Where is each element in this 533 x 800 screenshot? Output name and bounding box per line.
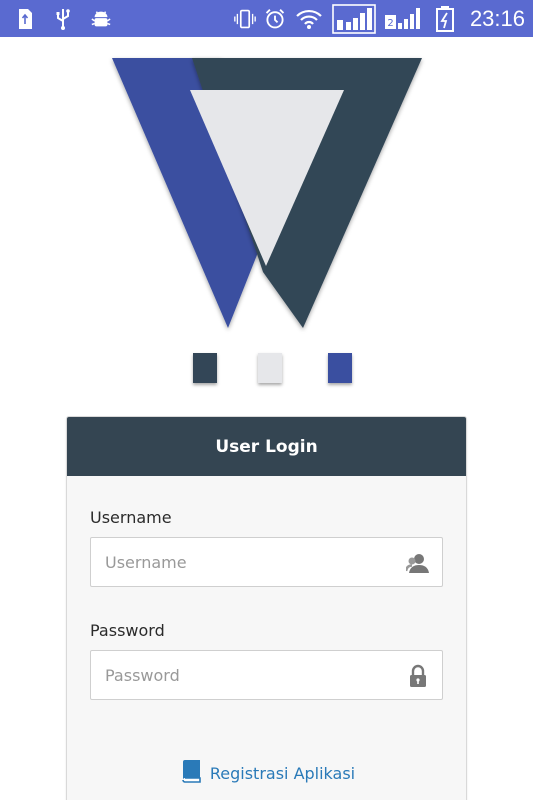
lock-icon	[406, 664, 430, 688]
login-card: User Login Username Password	[66, 416, 467, 800]
light-square	[258, 353, 282, 383]
battery-charging-icon	[434, 5, 456, 32]
dark-square	[193, 353, 217, 383]
register-app-label: Registrasi Aplikasi	[209, 763, 356, 783]
signal-sim1-icon	[332, 3, 376, 34]
blue-square	[328, 353, 352, 383]
usb-icon	[52, 7, 74, 31]
password-label: Password	[90, 621, 165, 640]
status-bar-left	[14, 7, 112, 31]
login-title: User Login	[215, 436, 318, 457]
username-label: Username	[90, 508, 172, 527]
android-debug-icon	[90, 7, 112, 31]
signal-sim2-icon: 2	[384, 7, 426, 31]
username-field-wrapper	[90, 537, 443, 587]
status-bar-right: 2 23:16	[234, 3, 525, 34]
svg-text:2: 2	[387, 18, 393, 29]
logo-color-squares	[0, 353, 533, 383]
sd-card-icon	[14, 7, 36, 31]
alarm-icon	[264, 7, 286, 31]
login-card-header: User Login	[67, 417, 466, 476]
password-field-wrapper	[90, 650, 443, 700]
status-bar: 2 23:16	[0, 0, 533, 37]
username-input[interactable]	[91, 538, 442, 586]
book-icon	[180, 759, 202, 787]
register-app-link[interactable]: Registrasi Aplikasi	[67, 759, 468, 787]
wifi-icon	[294, 7, 324, 31]
vibrate-icon	[234, 7, 256, 31]
status-time: 23:16	[469, 5, 525, 31]
login-form: Username Password	[67, 476, 466, 700]
app-logo	[106, 52, 428, 337]
user-icon	[404, 551, 430, 575]
password-input[interactable]	[91, 651, 442, 699]
